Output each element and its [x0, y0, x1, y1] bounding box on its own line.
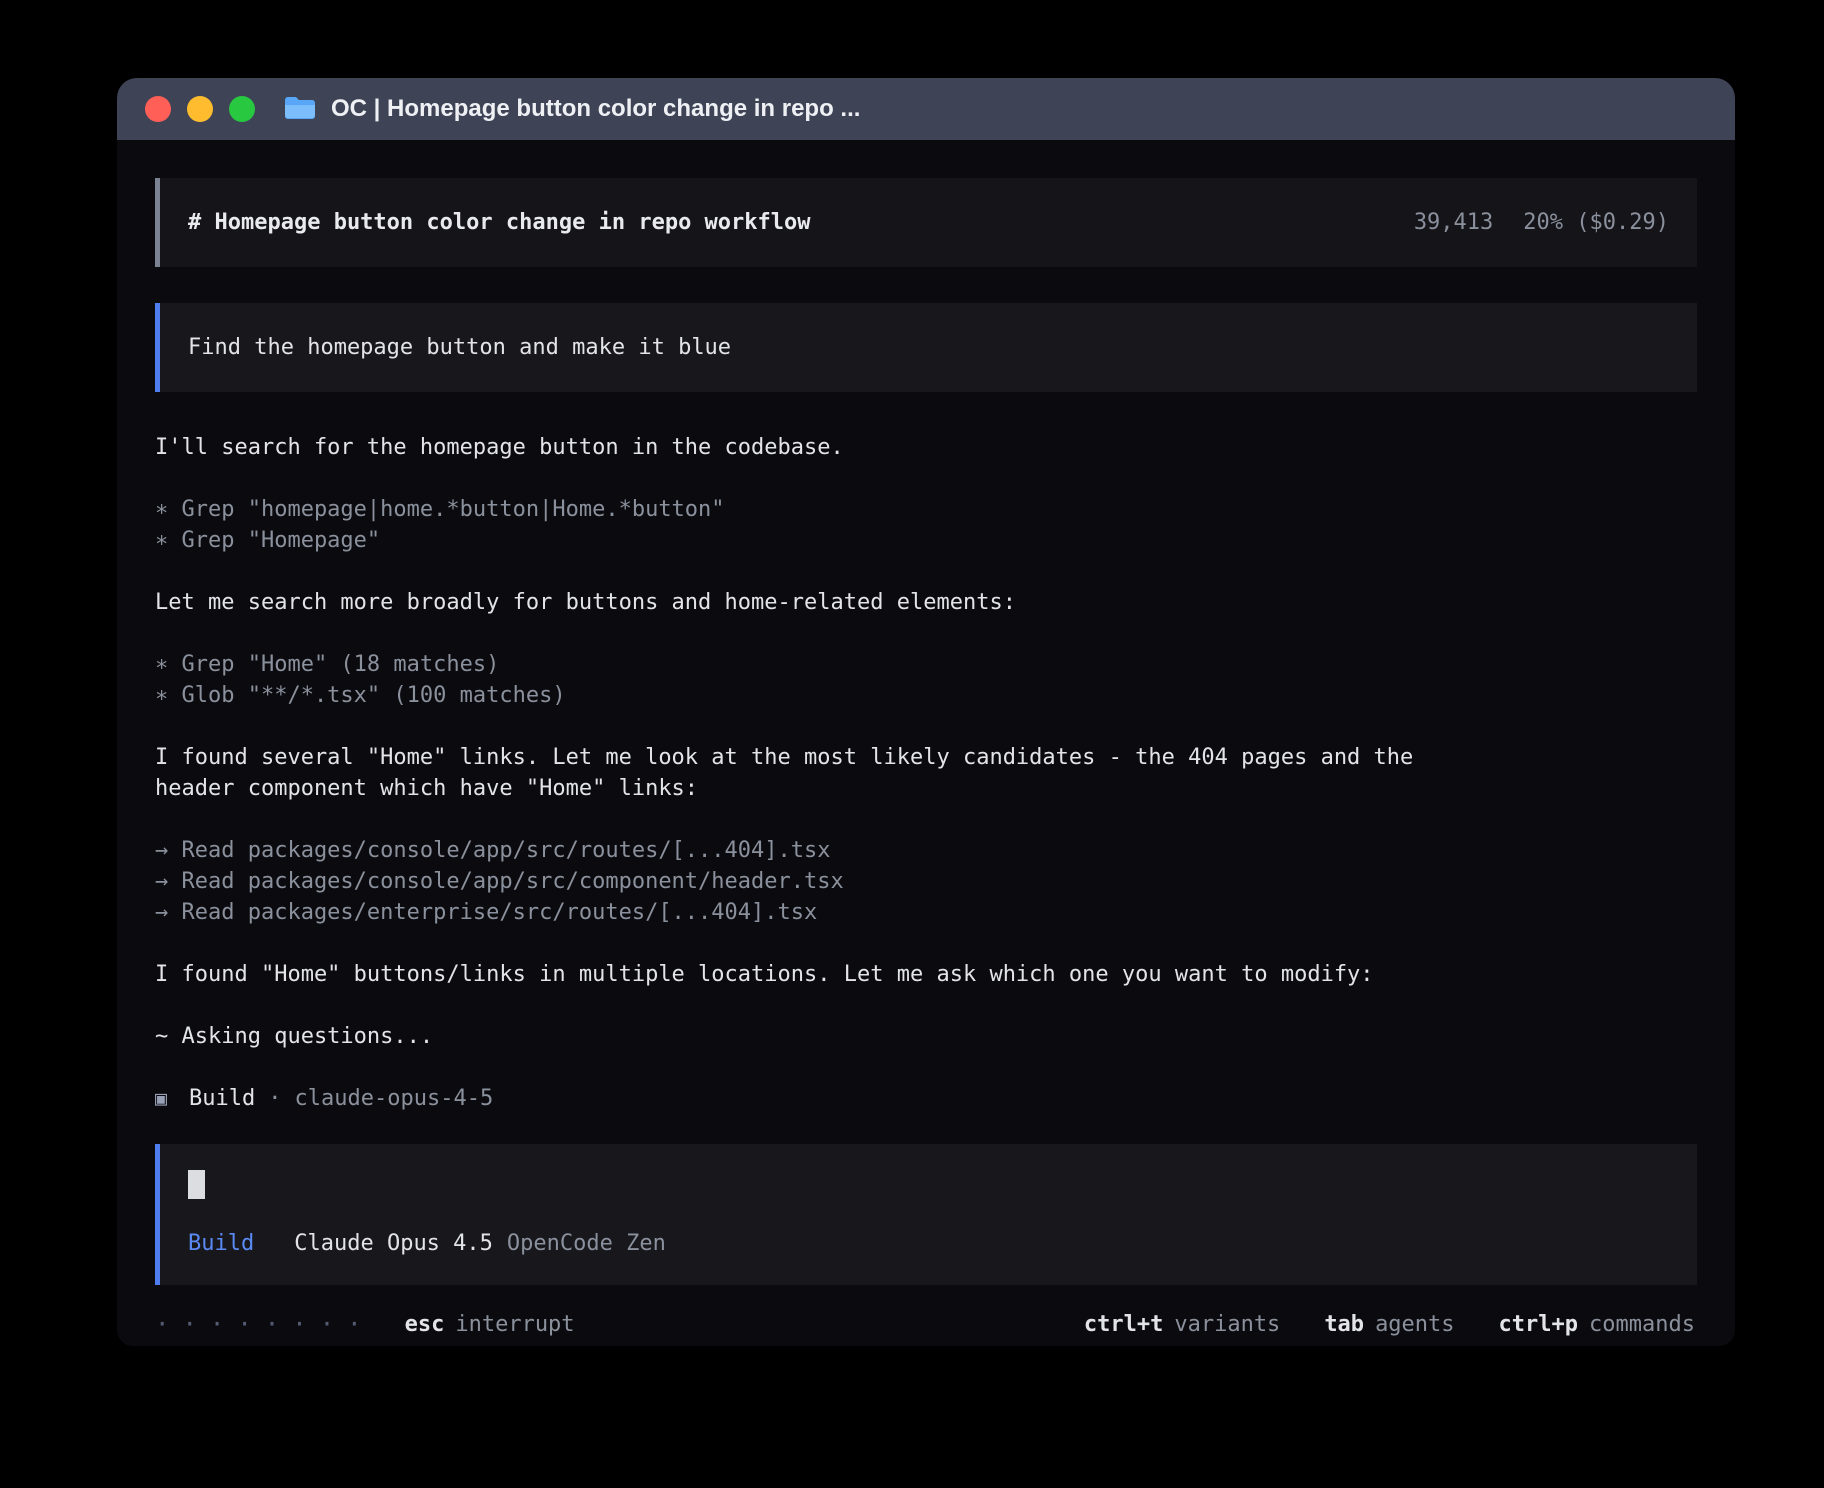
terminal-content: # Homepage button color change in repo w…: [117, 140, 1735, 1346]
assistant-message: I'll search for the homepage button in t…: [155, 432, 1495, 463]
tool-call: ∗ Grep "homepage|home.*button|Home.*butt…: [155, 494, 1495, 525]
shortcut-label: commands: [1589, 1312, 1695, 1337]
status-bar-left: ········ esc interrupt: [155, 1309, 575, 1340]
status-bar: ········ esc interrupt ctrl+t variants ta…: [155, 1309, 1697, 1340]
shortcut-label: agents: [1375, 1312, 1454, 1337]
assistant-text: I found "Home" buttons/links in multiple…: [155, 959, 1495, 990]
agent-name: Build: [189, 1083, 255, 1114]
shortcut-variants: ctrl+t variants: [1084, 1309, 1280, 1340]
close-button[interactable]: [145, 96, 171, 122]
assistant-text: I found several "Home" links. Let me loo…: [155, 742, 1495, 804]
input-provider-label: OpenCode Zen: [507, 1228, 666, 1259]
assistant-message: I found "Home" buttons/links in multiple…: [155, 959, 1495, 990]
minimize-button[interactable]: [187, 96, 213, 122]
tool-call-group: ∗ Grep "homepage|home.*button|Home.*butt…: [155, 494, 1495, 556]
status-bar-right: ctrl+t variants tab agents ctrl+p commands: [1084, 1309, 1695, 1340]
tool-call: → Read packages/console/app/src/componen…: [155, 866, 1495, 897]
tool-call: ∗ Glob "**/*.tsx" (100 matches): [155, 680, 1495, 711]
shortcut-commands: ctrl+p commands: [1499, 1309, 1695, 1340]
tool-call: → Read packages/enterprise/src/routes/[.…: [155, 897, 1495, 928]
agent-model: claude-opus-4-5: [295, 1083, 494, 1114]
shortcut-key: ctrl+t: [1084, 1312, 1163, 1337]
assistant-text: ~ Asking questions...: [155, 1021, 1495, 1052]
assistant-message: Let me search more broadly for buttons a…: [155, 587, 1495, 618]
session-title: # Homepage button color change in repo w…: [188, 207, 811, 238]
token-count: 39,413: [1414, 207, 1493, 238]
input-model-label[interactable]: Claude Opus 4.5: [294, 1228, 493, 1259]
session-header: # Homepage button color change in repo w…: [155, 178, 1697, 267]
context-usage: 20% ($0.29): [1523, 207, 1669, 238]
window-titlebar: OC | Homepage button color change in rep…: [117, 78, 1735, 140]
zoom-button[interactable]: [229, 96, 255, 122]
window-title: OC | Homepage button color change in rep…: [331, 95, 860, 123]
input-agent-label[interactable]: Build: [188, 1228, 254, 1259]
agent-icon: ▣: [155, 1083, 167, 1114]
prompt-input[interactable]: Build Claude Opus 4.5 OpenCode Zen: [155, 1144, 1697, 1285]
folder-icon: [283, 96, 317, 122]
tool-call-group: ∗ Grep "Home" (18 matches) ∗ Glob "**/*.…: [155, 649, 1495, 711]
esc-key-hint: esc: [405, 1309, 445, 1340]
tool-call-group: → Read packages/console/app/src/routes/[…: [155, 835, 1495, 928]
user-message-text: Find the homepage button and make it blu…: [188, 335, 731, 360]
agent-status: ▣ Build · claude-opus-4-5: [155, 1083, 1697, 1114]
prompt-meta: Build Claude Opus 4.5 OpenCode Zen: [188, 1228, 1669, 1259]
traffic-lights: [145, 96, 255, 122]
tool-call: ∗ Grep "Home" (18 matches): [155, 649, 1495, 680]
assistant-message: ~ Asking questions...: [155, 1021, 1495, 1052]
user-message: Find the homepage button and make it blu…: [155, 303, 1697, 392]
tool-call: ∗ Grep "Homepage": [155, 525, 1495, 556]
tool-call: → Read packages/console/app/src/routes/[…: [155, 835, 1495, 866]
assistant-text: I'll search for the homepage button in t…: [155, 432, 1495, 463]
shortcut-agents: tab agents: [1324, 1309, 1454, 1340]
shortcut-key: ctrl+p: [1499, 1312, 1578, 1337]
assistant-text: Let me search more broadly for buttons a…: [155, 587, 1495, 618]
shortcut-key: tab: [1324, 1312, 1364, 1337]
esc-action-label: interrupt: [455, 1309, 574, 1340]
agent-separator: ·: [268, 1083, 281, 1114]
terminal-window: OC | Homepage button color change in rep…: [117, 78, 1735, 1346]
text-cursor: [188, 1170, 205, 1199]
spinner-dots: ········: [155, 1309, 375, 1340]
assistant-message: I found several "Home" links. Let me loo…: [155, 742, 1495, 804]
session-stats: 39,413 20% ($0.29): [1414, 207, 1669, 238]
shortcut-label: variants: [1174, 1312, 1280, 1337]
